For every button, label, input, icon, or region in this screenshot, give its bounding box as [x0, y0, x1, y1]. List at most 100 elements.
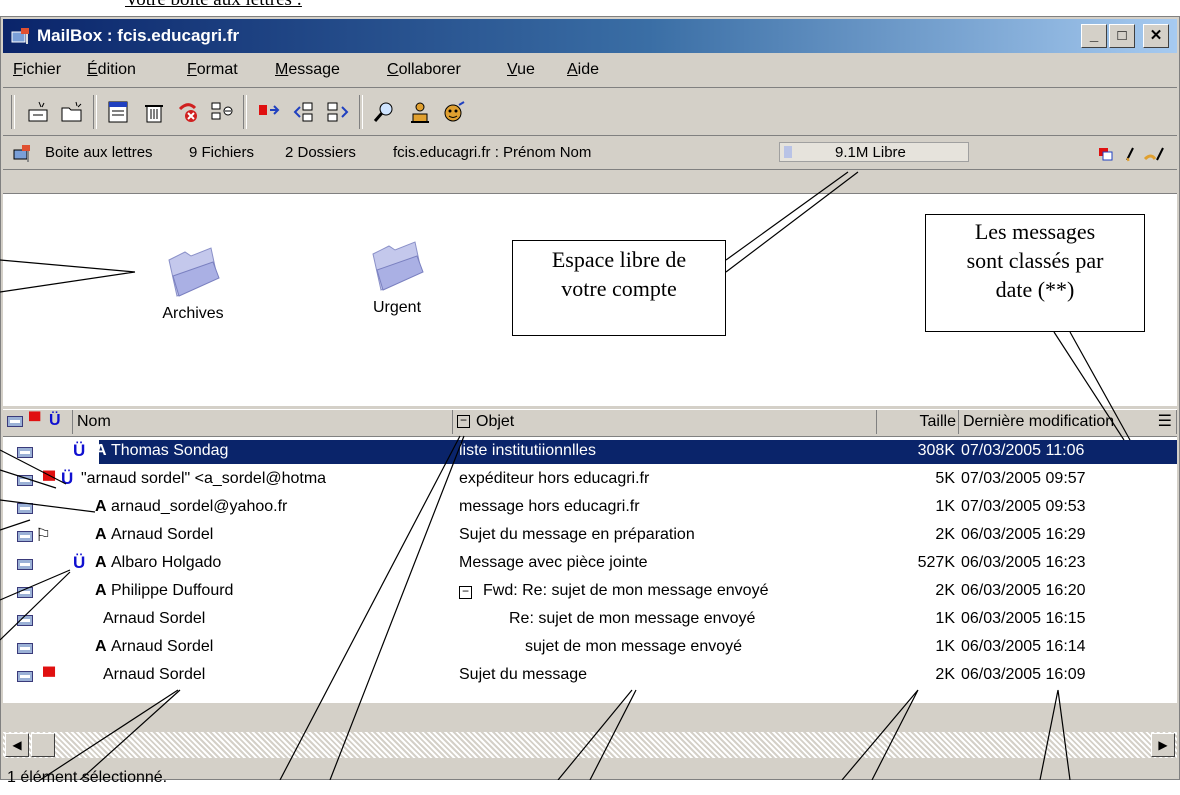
- message-subject: message hors educagri.fr: [459, 498, 640, 515]
- message-size: 2K: [935, 666, 955, 683]
- recycle-icon[interactable]: [173, 97, 203, 127]
- callout-line: Espace libre de: [551, 247, 687, 272]
- message-date: 07/03/2005 09:57: [961, 470, 1086, 487]
- author-mark: A: [95, 442, 107, 459]
- maximize-button[interactable]: □: [1109, 24, 1135, 48]
- mailbox-icon: [13, 145, 30, 162]
- message-size: 1K: [935, 638, 955, 655]
- author-mark: A: [95, 582, 107, 599]
- menu-message[interactable]: Message: [275, 61, 340, 79]
- mailbox-app-icon: [11, 28, 29, 44]
- message-subject: sujet de mon message envoyé: [525, 638, 743, 655]
- flag-column-icon: ▀: [29, 413, 41, 430]
- message-subject: Fwd: Re: sujet de mon message envoyé: [483, 582, 769, 599]
- search-icon[interactable]: [369, 97, 399, 127]
- message-subject: Re: sujet de mon message envoyé: [509, 610, 756, 627]
- status-tools-icon[interactable]: [1097, 145, 1177, 163]
- message-sender: Arnaud Sordel: [111, 638, 214, 655]
- message-row[interactable]: Ü A Albaro Holgado Message avec pièce jo…: [3, 551, 1177, 579]
- message-row[interactable]: ▀ Arnaud Sordel Sujet du message 2K 06/0…: [3, 663, 1177, 691]
- status-bar: 1 élément sélectionné.: [3, 761, 1177, 795]
- open-icon[interactable]: [103, 97, 133, 127]
- callout-free-space: Espace libre de votre compte: [512, 240, 726, 336]
- folder-label: Archives: [162, 305, 224, 322]
- message-size: 5K: [935, 470, 955, 487]
- message-date: 06/03/2005 16:14: [961, 638, 1086, 655]
- toolbar: [3, 89, 1177, 136]
- status-text: 1 élément sélectionné.: [7, 769, 168, 786]
- smiley-icon[interactable]: [439, 97, 469, 127]
- folder-archives[interactable]: Archives: [143, 246, 243, 323]
- message-subject: expéditeur hors educagri.fr: [459, 470, 650, 487]
- message-row[interactable]: A Arnaud Sordel sujet de mon message env…: [3, 635, 1177, 663]
- user-icon[interactable]: [405, 97, 435, 127]
- menu-collaborer[interactable]: Collaborer: [387, 61, 461, 79]
- col-icons[interactable]: ▀ Ü: [3, 410, 73, 434]
- free-space-bar: [784, 146, 792, 158]
- envelope-icon: [17, 615, 33, 626]
- message-row[interactable]: Ü A Thomas Sondag liste institutiionnlle…: [3, 439, 1177, 467]
- message-date: 06/03/2005 16:15: [961, 610, 1086, 627]
- attachment-icon: Ü: [61, 469, 74, 488]
- message-row[interactable]: ⚐ A Arnaud Sordel Sujet du message en pr…: [3, 523, 1177, 551]
- message-date: 07/03/2005 09:53: [961, 498, 1086, 515]
- menu-edition[interactable]: Édition: [87, 61, 136, 79]
- scroll-right-button[interactable]: ▶: [1151, 733, 1175, 757]
- horizontal-scrollbar[interactable]: ◀ ▶: [3, 732, 1177, 758]
- delete-icon[interactable]: [139, 97, 169, 127]
- scroll-left-button[interactable]: ◀: [5, 733, 29, 757]
- close-button[interactable]: ✕: [1143, 24, 1169, 48]
- menu-aide[interactable]: Aide: [567, 61, 599, 79]
- envelope-icon: [17, 475, 33, 486]
- mailbox-info-bar: Boite aux lettres 9 Fichiers 2 Dossiers …: [3, 137, 1177, 170]
- envelope-icon: [17, 503, 33, 514]
- reply-icon[interactable]: [289, 97, 319, 127]
- col-taille[interactable]: Taille: [877, 410, 959, 434]
- folder-urgent[interactable]: Urgent: [347, 240, 447, 317]
- col-objet[interactable]: − Objet: [453, 410, 877, 434]
- message-size: 527K: [917, 554, 955, 571]
- author-mark: A: [95, 498, 107, 515]
- folder-icon: [372, 241, 424, 291]
- forward-icon[interactable]: [323, 97, 353, 127]
- author-mark: A: [95, 638, 107, 655]
- title-bar: MailBox : fcis.educagri.fr _ □ ✕: [3, 19, 1177, 53]
- message-subject: Sujet du message: [459, 666, 588, 683]
- message-row[interactable]: A Philippe Duffourd − Fwd: Re: sujet de …: [3, 579, 1177, 607]
- message-row[interactable]: Arnaud Sordel Re: sujet de mon message e…: [3, 607, 1177, 635]
- attachment-icon: Ü: [73, 553, 86, 572]
- message-row[interactable]: ▀ Ü "arnaud sordel" <a_sordel@hotma expé…: [3, 467, 1177, 495]
- sort-icon: ☰: [1157, 413, 1172, 430]
- message-sender: Arnaud Sordel: [111, 526, 214, 543]
- collapse-thread-icon[interactable]: −: [459, 585, 472, 599]
- author-mark: A: [95, 526, 107, 543]
- message-date: 06/03/2005 16:23: [961, 554, 1086, 571]
- toolbar-separator: [93, 95, 97, 129]
- col-date[interactable]: Dernière modification ☰: [959, 410, 1177, 434]
- message-row[interactable]: A arnaud_sordel@yahoo.fr message hors ed…: [3, 495, 1177, 523]
- message-size: 1K: [935, 610, 955, 627]
- flag-icon: ▀: [43, 471, 56, 490]
- folders-count: 2 Dossiers: [285, 144, 356, 161]
- menu-fichier[interactable]: Fichier: [13, 61, 61, 79]
- files-count: 9 Fichiers: [189, 144, 255, 161]
- message-date: 07/03/2005 11:06: [961, 442, 1085, 459]
- menu-format[interactable]: Format: [187, 61, 238, 79]
- scroll-thumb[interactable]: [31, 733, 55, 757]
- envelope-icon: [17, 671, 33, 682]
- free-space-text: 9.1M Libre: [835, 144, 906, 161]
- col-nom[interactable]: Nom: [73, 410, 453, 434]
- message-sender: "arnaud sordel" <a_sordel@hotma: [81, 470, 327, 487]
- flag-icon[interactable]: [253, 97, 283, 127]
- properties-icon[interactable]: [207, 97, 237, 127]
- new-message-icon[interactable]: [23, 97, 53, 127]
- collapse-icon[interactable]: −: [457, 414, 470, 429]
- new-folder-icon[interactable]: [57, 97, 87, 127]
- minimize-button[interactable]: _: [1081, 24, 1107, 48]
- attachment-icon: Ü: [73, 441, 86, 460]
- menu-vue[interactable]: Vue: [507, 61, 535, 79]
- message-date: 06/03/2005 16:29: [961, 526, 1086, 543]
- message-sender: arnaud_sordel@yahoo.fr: [111, 498, 288, 515]
- message-sender: Thomas Sondag: [111, 442, 229, 459]
- flag-icon: ▀: [43, 667, 56, 686]
